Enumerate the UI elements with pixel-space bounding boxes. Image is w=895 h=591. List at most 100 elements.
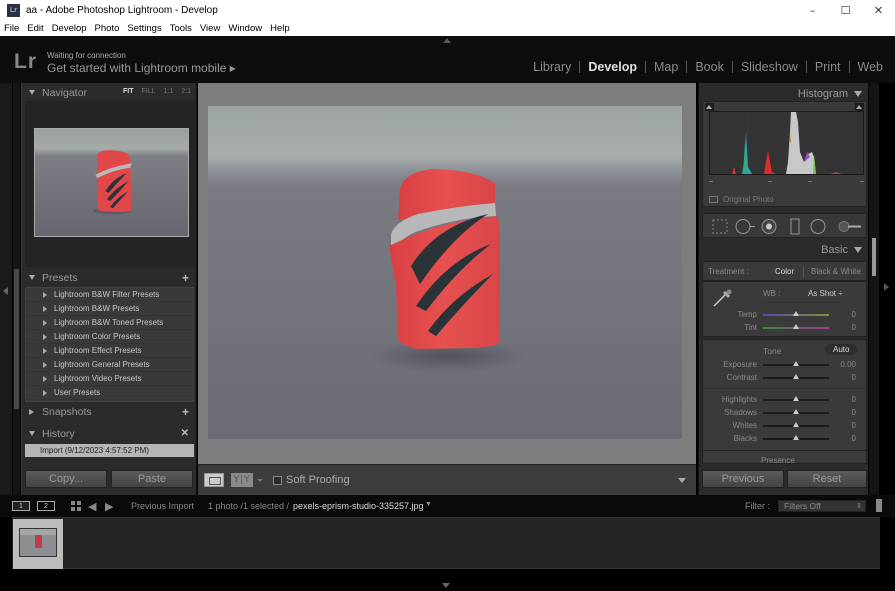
slider-knob[interactable] (793, 409, 799, 414)
collapse-top-panel-icon[interactable] (443, 38, 451, 43)
shadow-clipping-toggle[interactable] (705, 103, 714, 111)
history-item[interactable]: Import (9/12/2023 4:57:52 PM) (25, 444, 194, 457)
histogram-header[interactable]: Histogram (798, 88, 862, 100)
slider-value[interactable]: 0 (852, 323, 856, 332)
slider-value[interactable]: 0 (852, 395, 856, 404)
original-photo-checkbox[interactable] (709, 196, 718, 203)
zoom-2-1[interactable]: 2:1 (181, 88, 191, 95)
basic-header[interactable]: Basic (821, 244, 862, 256)
navigator-header[interactable]: Navigator FIT FILL 1:1 2:1 (22, 84, 197, 101)
menu-help[interactable]: Help (270, 23, 290, 34)
slider-value[interactable]: 0 (852, 434, 856, 443)
filename-dropdown-icon[interactable]: ▼ (425, 501, 432, 508)
temp-slider[interactable] (763, 311, 829, 316)
maximize-button[interactable]: ☐ (829, 0, 862, 21)
auto-tone-button[interactable]: Auto (825, 344, 858, 355)
right-panel-scrollbar[interactable] (869, 83, 879, 495)
right-panel-toggle[interactable] (880, 83, 895, 495)
menu-view[interactable]: View (200, 23, 220, 34)
spot-removal-icon[interactable] (735, 219, 755, 234)
red-eye-icon[interactable] (761, 219, 777, 234)
preset-folder[interactable]: Lightroom B&W Filter Presets (26, 288, 193, 302)
preset-folder[interactable]: User Presets (26, 386, 193, 400)
filename[interactable]: pexels-eprism-studio-335257.jpg (293, 501, 424, 511)
preset-folder[interactable]: Lightroom Video Presets (26, 372, 193, 386)
slider-knob[interactable] (793, 396, 799, 401)
soft-proofing-label[interactable]: Soft Proofing (286, 474, 350, 486)
treatment-color[interactable]: Color (775, 267, 794, 276)
original-photo-toggle[interactable]: Original Photo (709, 195, 774, 204)
module-library[interactable]: Library (533, 60, 571, 74)
navigator-thumbnail[interactable] (34, 128, 189, 237)
filmstrip-thumbnail[interactable] (13, 519, 63, 569)
treatment-bw[interactable]: Black & White (811, 267, 861, 276)
grid-view-icon[interactable] (71, 501, 81, 511)
highlights-slider[interactable] (763, 396, 829, 401)
zoom-1-1[interactable]: 1:1 (164, 88, 174, 95)
image-canvas[interactable] (198, 83, 696, 464)
graduated-filter-icon[interactable] (790, 218, 800, 235)
module-web[interactable]: Web (858, 60, 883, 74)
slider-knob[interactable] (793, 311, 799, 316)
main-photo[interactable] (208, 106, 682, 439)
previous-button[interactable]: Previous (702, 470, 784, 488)
preset-folder[interactable]: Lightroom Effect Presets (26, 344, 193, 358)
loupe-view-icon[interactable] (204, 473, 224, 487)
copy-button[interactable]: Copy... (25, 470, 107, 488)
histogram-graph[interactable] (709, 111, 864, 175)
add-snapshot-icon[interactable]: + (182, 405, 189, 419)
slider-knob[interactable] (793, 435, 799, 440)
wb-select[interactable]: As Shot ÷ (808, 289, 843, 298)
slider-knob[interactable] (793, 374, 799, 379)
snapshots-header[interactable]: Snapshots + (22, 403, 197, 420)
history-header[interactable]: History ✕ (22, 425, 197, 442)
menu-window[interactable]: Window (228, 23, 262, 34)
collapse-filmstrip-icon[interactable] (442, 583, 450, 588)
slider-value[interactable]: 0.00 (840, 360, 856, 369)
tint-slider[interactable] (763, 324, 829, 329)
mobile-cta-link[interactable]: Get started with Lightroom mobile ▸ (47, 61, 236, 75)
slider-value[interactable]: 0 (852, 373, 856, 382)
crop-overlay-icon[interactable] (712, 219, 728, 234)
back-arrow-icon[interactable]: ◀ (88, 500, 96, 513)
module-print[interactable]: Print (815, 60, 841, 74)
adjustment-brush-icon[interactable] (838, 221, 861, 232)
before-after-button[interactable]: Y|Y (231, 473, 253, 487)
presets-header[interactable]: Presets + (22, 269, 197, 286)
slider-knob[interactable] (793, 422, 799, 427)
reset-button[interactable]: Reset (787, 470, 867, 488)
wb-eyedropper-icon[interactable] (711, 287, 733, 309)
contrast-slider[interactable] (763, 374, 829, 379)
radial-filter-icon[interactable] (810, 219, 826, 234)
minimize-button[interactable]: – (796, 0, 829, 21)
zoom-fill[interactable]: FILL (142, 88, 156, 95)
module-map[interactable]: Map (654, 60, 678, 74)
primary-window-button[interactable]: 1 (12, 501, 30, 511)
secondary-window-button[interactable]: 2 (37, 501, 55, 511)
slider-knob[interactable] (793, 361, 799, 366)
scrollbar-thumb[interactable] (14, 269, 19, 409)
exposure-slider[interactable] (763, 361, 829, 366)
left-panel-toggle[interactable] (0, 83, 12, 495)
add-preset-icon[interactable]: + (182, 271, 189, 285)
menu-file[interactable]: File (4, 23, 19, 34)
filter-lock-icon[interactable] (876, 499, 882, 512)
preset-folder[interactable]: Lightroom General Presets (26, 358, 193, 372)
scrollbar-thumb[interactable] (872, 238, 876, 276)
highlight-clipping-toggle[interactable] (855, 103, 864, 111)
clear-history-icon[interactable]: ✕ (181, 428, 189, 439)
module-slideshow[interactable]: Slideshow (741, 60, 798, 74)
paste-button[interactable]: Paste (111, 470, 193, 488)
menu-tools[interactable]: Tools (170, 23, 192, 34)
slider-value[interactable]: 0 (852, 421, 856, 430)
left-panel-scrollbar[interactable] (13, 83, 20, 495)
menu-photo[interactable]: Photo (95, 23, 120, 34)
toolbar-content-menu-icon[interactable] (678, 478, 686, 483)
menu-develop[interactable]: Develop (52, 23, 87, 34)
filter-select[interactable]: Filters Off ⇕ (778, 500, 866, 512)
preset-folder[interactable]: Lightroom B&W Toned Presets (26, 316, 193, 330)
preset-folder[interactable]: Lightroom B&W Presets (26, 302, 193, 316)
whites-slider[interactable] (763, 422, 829, 427)
soft-proofing-checkbox[interactable] (273, 476, 282, 485)
menu-edit[interactable]: Edit (27, 23, 43, 34)
